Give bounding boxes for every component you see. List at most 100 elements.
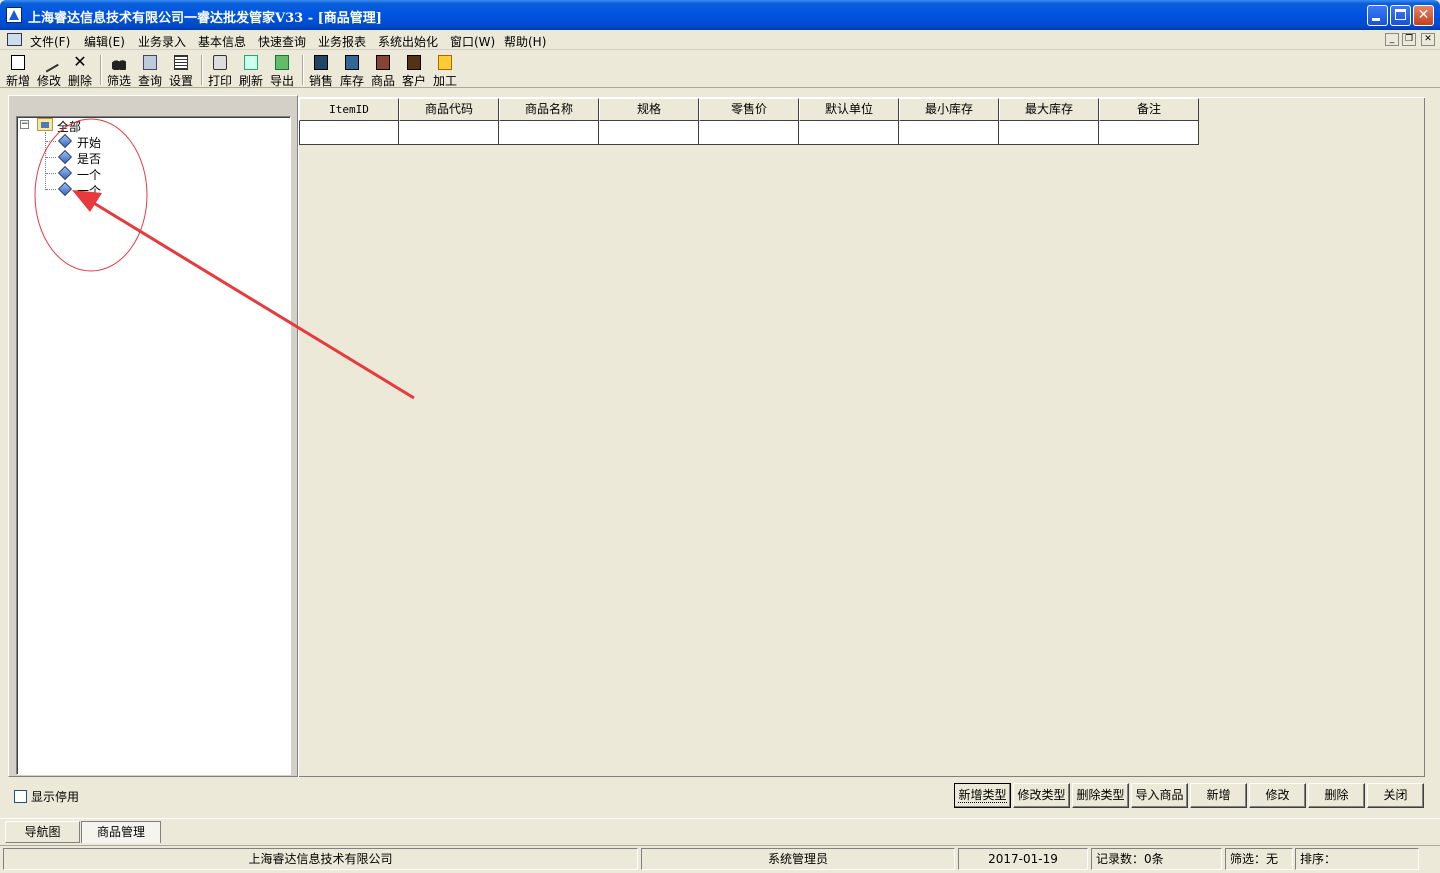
column-header-itemid[interactable]: ItemID: [299, 98, 399, 121]
column-header-name[interactable]: 商品名称: [499, 98, 599, 121]
search-icon: [143, 55, 157, 70]
grid-icon: [174, 55, 188, 70]
toolbar-goods-button[interactable]: 商品: [369, 53, 397, 88]
tree-node-yes-no[interactable]: 是否: [77, 150, 101, 167]
maximize-button[interactable]: [1390, 5, 1411, 26]
toolbar-query-button[interactable]: 查询: [136, 53, 164, 88]
tree-node-one[interactable]: 一个: [77, 166, 101, 183]
status-company: 上海睿达信息技术有限公司: [3, 848, 638, 870]
tree-node-one-second[interactable]: 一个: [77, 182, 101, 199]
toolbar-refresh-button[interactable]: 刷新: [237, 53, 265, 88]
table-cell[interactable]: [299, 121, 399, 145]
goods-grid-header: ItemID 商品代码 商品名称 规格 零售价 默认单位 最小库存 最大库存 备…: [299, 98, 1199, 121]
table-cell[interactable]: [899, 121, 999, 145]
process-icon: [438, 55, 452, 70]
delete-goods-button[interactable]: 删除: [1308, 783, 1365, 808]
tab-navigation[interactable]: 导航图: [5, 821, 80, 843]
window-tab-strip: [0, 818, 1440, 844]
status-sort: 排序：: [1295, 848, 1419, 870]
minimize-button[interactable]: [1367, 5, 1388, 26]
document-window-icon[interactable]: [7, 33, 22, 46]
table-cell[interactable]: [999, 121, 1099, 145]
table-row[interactable]: [299, 121, 1199, 145]
status-filter: 筛选：无: [1225, 848, 1293, 870]
status-date: 2017-01-19: [958, 848, 1088, 870]
edit-category-button[interactable]: 修改类型: [1013, 783, 1070, 808]
toolbar-delete-button[interactable]: ✕ 删除: [66, 53, 94, 89]
column-header-remark[interactable]: 备注: [1099, 98, 1199, 121]
title-bar: 上海睿达信息技术有限公司一睿达批发管家V33 - [商品管理] ✕: [0, 0, 1440, 30]
toolbar-settings-button[interactable]: 设置: [167, 53, 195, 88]
toolbar-inventory-button[interactable]: 库存: [338, 53, 366, 88]
menu-business-report[interactable]: 业务报表: [318, 33, 366, 50]
column-header-code[interactable]: 商品代码: [399, 98, 499, 121]
menu-quick-query[interactable]: 快速查询: [258, 33, 306, 50]
table-cell[interactable]: [599, 121, 699, 145]
excel-icon: [275, 55, 289, 70]
column-header-spec[interactable]: 规格: [599, 98, 699, 121]
toolbar: 新增 修改 ✕ 删除 筛选 查询 设置 打印 刷新 导出 销售 库存 商品 客户 …: [0, 51, 1440, 88]
toolbar-export-button[interactable]: 导出: [268, 53, 296, 88]
menu-window[interactable]: 窗口(W): [450, 33, 495, 50]
edit-icon: [39, 52, 59, 73]
column-header-min-stock[interactable]: 最小库存: [899, 98, 999, 121]
column-header-retail-price[interactable]: 零售价: [699, 98, 799, 121]
category-tree[interactable]: [16, 116, 291, 775]
binoculars-icon: [112, 55, 126, 70]
folder-open-icon: [37, 118, 53, 131]
mdi-minimize-button[interactable]: _: [1385, 33, 1399, 46]
toolbar-separator: [100, 55, 102, 85]
column-header-default-unit[interactable]: 默认单位: [799, 98, 899, 121]
toolbar-process-button[interactable]: 加工: [431, 53, 459, 88]
delete-category-button[interactable]: 删除类型: [1072, 783, 1129, 808]
tree-guide-line: [46, 141, 56, 142]
menu-system-init[interactable]: 系统出始化: [378, 33, 438, 50]
menu-help[interactable]: 帮助(H): [504, 33, 546, 50]
menu-edit[interactable]: 编辑(E): [84, 33, 125, 50]
menu-file[interactable]: 文件(F): [30, 33, 70, 50]
add-goods-button[interactable]: 新增: [1190, 783, 1247, 808]
customer-icon: [407, 55, 421, 70]
close-button[interactable]: ✕: [1413, 5, 1434, 26]
table-cell[interactable]: [399, 121, 499, 145]
status-user: 系统管理员: [641, 848, 955, 870]
close-icon: ✕: [1417, 7, 1430, 23]
toolbar-customer-button[interactable]: 客户: [400, 53, 428, 88]
tree-node-start[interactable]: 开始: [77, 134, 101, 151]
refresh-icon: [244, 55, 258, 70]
table-cell[interactable]: [499, 121, 599, 145]
import-goods-button[interactable]: 导入商品: [1131, 783, 1188, 808]
edit-goods-button[interactable]: 修改: [1249, 783, 1306, 808]
mdi-restore-button[interactable]: ❐: [1402, 33, 1416, 46]
toolbar-print-button[interactable]: 打印: [206, 53, 234, 88]
menu-bar: 文件(F) 编辑(E) 业务录入 基本信息 快速查询 业务报表 系统出始化 窗口…: [0, 30, 1440, 50]
toolbar-filter-button[interactable]: 筛选: [105, 53, 133, 88]
inventory-icon: [345, 55, 359, 70]
mdi-close-button[interactable]: ✕: [1421, 33, 1435, 46]
window-title: 上海睿达信息技术有限公司一睿达批发管家V33 - [商品管理]: [28, 11, 382, 26]
table-cell[interactable]: [799, 121, 899, 145]
table-cell[interactable]: [699, 121, 799, 145]
tree-root-node[interactable]: 全部: [57, 118, 81, 135]
tab-goods-management[interactable]: 商品管理: [81, 821, 161, 843]
sales-icon: [314, 55, 328, 70]
goods-icon: [376, 55, 390, 70]
column-header-max-stock[interactable]: 最大库存: [999, 98, 1099, 121]
app-logo-icon: [6, 7, 22, 23]
add-category-button[interactable]: 新增类型: [954, 783, 1011, 808]
toolbar-edit-button[interactable]: 修改: [35, 52, 63, 88]
printer-icon: [213, 55, 227, 70]
new-doc-icon: [11, 55, 25, 70]
toolbar-new-button[interactable]: 新增: [4, 53, 32, 88]
goods-grid-area: [298, 97, 1425, 777]
close-form-button[interactable]: 关闭: [1367, 783, 1424, 808]
status-record-count: 记录数：0条: [1091, 848, 1222, 870]
tree-collapse-toggle[interactable]: −: [20, 120, 29, 129]
maximize-icon: [1395, 9, 1406, 20]
toolbar-sales-button[interactable]: 销售: [307, 53, 335, 88]
menu-business-entry[interactable]: 业务录入: [138, 33, 186, 50]
show-disabled-checkbox[interactable]: [14, 790, 27, 803]
menu-basic-info[interactable]: 基本信息: [198, 33, 246, 50]
tree-guide-line: [46, 173, 56, 174]
table-cell[interactable]: [1099, 121, 1199, 145]
